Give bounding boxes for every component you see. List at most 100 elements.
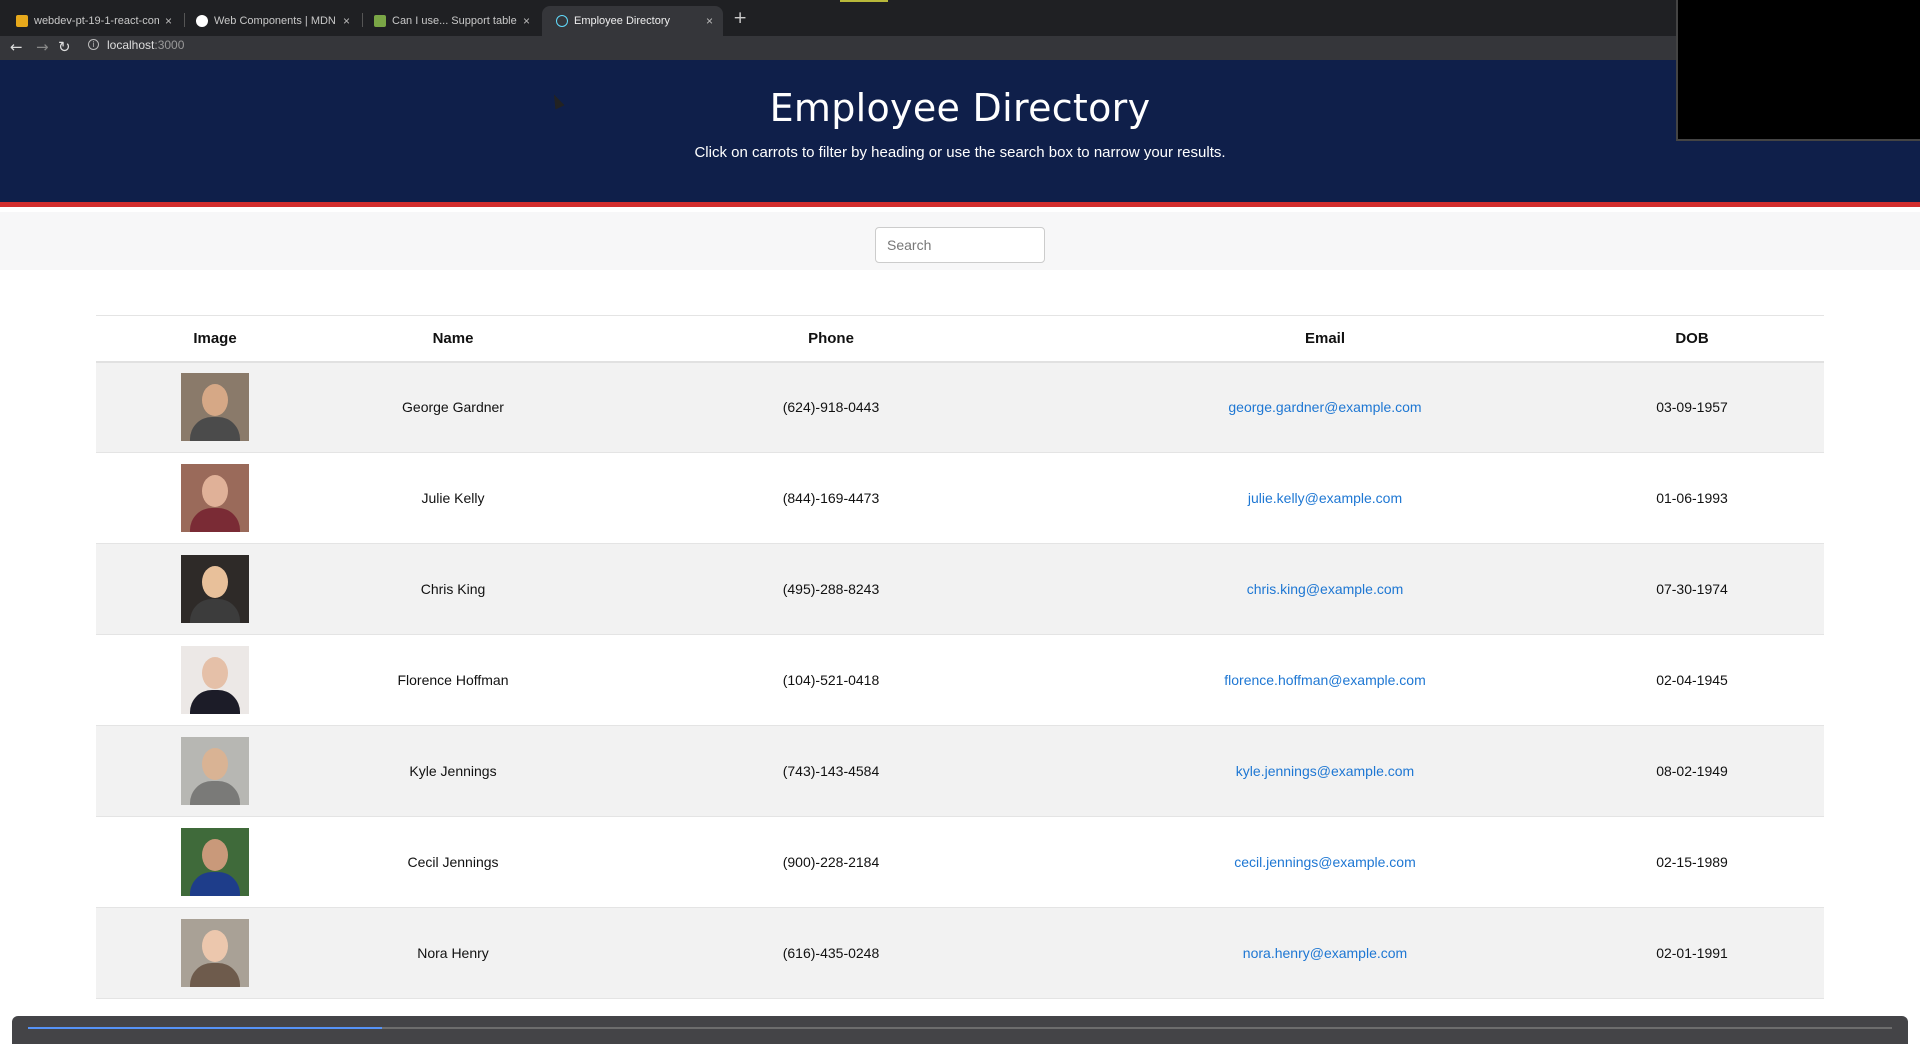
- avatar: [181, 373, 249, 442]
- avatar: [181, 828, 249, 896]
- cell-email: julie.kelly@example.com: [1090, 452, 1560, 544]
- browser-tab-employee-directory[interactable]: Employee Directory ×: [542, 6, 723, 36]
- page-header: Employee Directory Click on carrots to f…: [0, 60, 1920, 207]
- info-icon[interactable]: i: [88, 39, 99, 50]
- phone-text: (104)-521-0418: [782, 672, 880, 688]
- cell-phone: (495)-288-8243: [572, 543, 1090, 635]
- browser-toolbar: ← → ↻: [0, 36, 1920, 60]
- cell-phone: (743)-143-4584: [572, 725, 1090, 817]
- cell-phone: (844)-169-4473: [572, 452, 1090, 544]
- email-link[interactable]: chris.king@example.com: [1247, 581, 1404, 597]
- browser-tab-caniuse[interactable]: Can I use... Support tables for ×: [360, 6, 540, 36]
- caniuse-icon: [374, 15, 386, 27]
- new-tab-button[interactable]: +: [733, 8, 747, 28]
- tab-title: Can I use... Support tables for: [392, 15, 517, 27]
- avatar: [181, 464, 249, 532]
- cell-email: nora.henry@example.com: [1090, 907, 1560, 999]
- forward-button[interactable]: →: [36, 38, 49, 56]
- address-port: :3000: [154, 38, 185, 52]
- cell-dob: 07-30-1974: [1560, 543, 1824, 635]
- cell-phone: (104)-521-0418: [572, 634, 1090, 726]
- email-link[interactable]: julie.kelly@example.com: [1248, 490, 1402, 506]
- cell-dob: 08-02-1949: [1560, 725, 1824, 817]
- cell-email: florence.hoffman@example.com: [1090, 634, 1560, 726]
- name-text: Chris King: [420, 581, 486, 597]
- cell-name: Florence Hoffman: [334, 634, 572, 726]
- column-header-image[interactable]: Image: [96, 315, 334, 363]
- avatar: [181, 555, 249, 623]
- close-icon[interactable]: ×: [165, 14, 172, 28]
- dob-text: 07-30-1974: [1656, 581, 1728, 597]
- tab-title: webdev-pt-19-1-react-compo...: [34, 15, 159, 27]
- column-header-email[interactable]: Email: [1090, 315, 1560, 363]
- cell-email: kyle.jennings@example.com: [1090, 725, 1560, 817]
- phone-text: (900)-228-2184: [782, 854, 880, 870]
- avatar: [181, 737, 249, 805]
- dob-text: 02-01-1991: [1656, 945, 1728, 961]
- cell-image: [96, 543, 334, 635]
- email-link[interactable]: nora.henry@example.com: [1243, 945, 1407, 961]
- dob-text: 02-15-1989: [1656, 854, 1728, 870]
- video-overlay: [1676, 0, 1920, 141]
- cell-name: Chris King: [334, 543, 572, 635]
- table-body: George Gardner (624)-918-0443 george.gardn…: [96, 361, 1824, 999]
- name-text: Florence Hoffman: [397, 672, 509, 688]
- phone-text: (743)-143-4584: [782, 763, 880, 779]
- react-icon: [556, 15, 568, 27]
- mdn-icon: [196, 15, 208, 27]
- table-row: Cecil Jennings (900)-228-2184 cecil.jennin…: [96, 816, 1824, 908]
- cell-phone: (624)-918-0443: [572, 361, 1090, 453]
- cell-email: chris.king@example.com: [1090, 543, 1560, 635]
- table-row: George Gardner (624)-918-0443 george.gardn…: [96, 361, 1824, 453]
- phone-text: (616)-435-0248: [782, 945, 880, 961]
- tab-title: Web Components | MDN: [214, 15, 336, 27]
- search-input[interactable]: [875, 227, 1045, 263]
- email-link[interactable]: george.gardner@example.com: [1228, 399, 1421, 415]
- cell-dob: 03-09-1957: [1560, 361, 1824, 453]
- browser-tab-webdev[interactable]: webdev-pt-19-1-react-compo... ×: [2, 6, 182, 36]
- close-icon[interactable]: ×: [706, 14, 713, 28]
- video-player-controls[interactable]: [12, 1016, 1908, 1044]
- column-header-phone[interactable]: Phone: [572, 315, 1090, 363]
- reload-button[interactable]: ↻: [58, 38, 71, 56]
- email-link[interactable]: cecil.jennings@example.com: [1234, 854, 1416, 870]
- table-row: Chris King (495)-288-8243 chris.king@examp…: [96, 543, 1824, 635]
- browser-tab-mdn[interactable]: Web Components | MDN ×: [182, 6, 360, 36]
- address-bar[interactable]: localhost:3000: [107, 38, 184, 52]
- close-icon[interactable]: ×: [343, 14, 350, 28]
- avatar: [181, 919, 249, 987]
- video-progress-played: [28, 1027, 382, 1029]
- table-row: Julie Kelly (844)-169-4473 julie.kelly@exa…: [96, 452, 1824, 544]
- dob-text: 01-06-1993: [1656, 490, 1728, 506]
- address-host: localhost: [107, 38, 155, 52]
- cell-image: [96, 452, 334, 544]
- dob-text: 03-09-1957: [1656, 399, 1728, 416]
- cell-name: Nora Henry: [334, 907, 572, 999]
- column-header-name[interactable]: Name: [334, 315, 572, 363]
- cell-image: [96, 361, 334, 453]
- browser-tab-bar: webdev-pt-19-1-react-compo... × Web Comp…: [0, 0, 1920, 36]
- yellow-indicator: [840, 0, 888, 2]
- cell-dob: 01-06-1993: [1560, 452, 1824, 544]
- cell-phone: (900)-228-2184: [572, 816, 1090, 908]
- back-button[interactable]: ←: [10, 38, 23, 56]
- page-title: Employee Directory: [769, 86, 1151, 130]
- close-icon[interactable]: ×: [523, 14, 530, 28]
- cell-email: george.gardner@example.com: [1090, 361, 1560, 453]
- slides-icon: [16, 15, 28, 27]
- cell-dob: 02-15-1989: [1560, 816, 1824, 908]
- cell-image: [96, 907, 334, 999]
- table-row: Kyle Jennings (743)-143-4584 kyle.jennings…: [96, 725, 1824, 817]
- phone-text: (844)-169-4473: [782, 490, 880, 506]
- table-header-row: Image Name Phone Email DOB: [96, 315, 1824, 363]
- cell-dob: 02-01-1991: [1560, 907, 1824, 999]
- dob-text: 08-02-1949: [1656, 763, 1728, 779]
- email-link[interactable]: florence.hoffman@example.com: [1224, 672, 1426, 688]
- page-subtitle: Click on carrots to filter by heading or…: [694, 144, 1226, 161]
- name-text: Julie Kelly: [421, 490, 485, 506]
- email-link[interactable]: kyle.jennings@example.com: [1236, 763, 1414, 779]
- name-text: Nora Henry: [417, 945, 489, 961]
- cell-image: [96, 725, 334, 817]
- employee-table-container: Image Name Phone Email DOB George Gardne…: [96, 315, 1824, 999]
- column-header-dob[interactable]: DOB: [1560, 315, 1824, 363]
